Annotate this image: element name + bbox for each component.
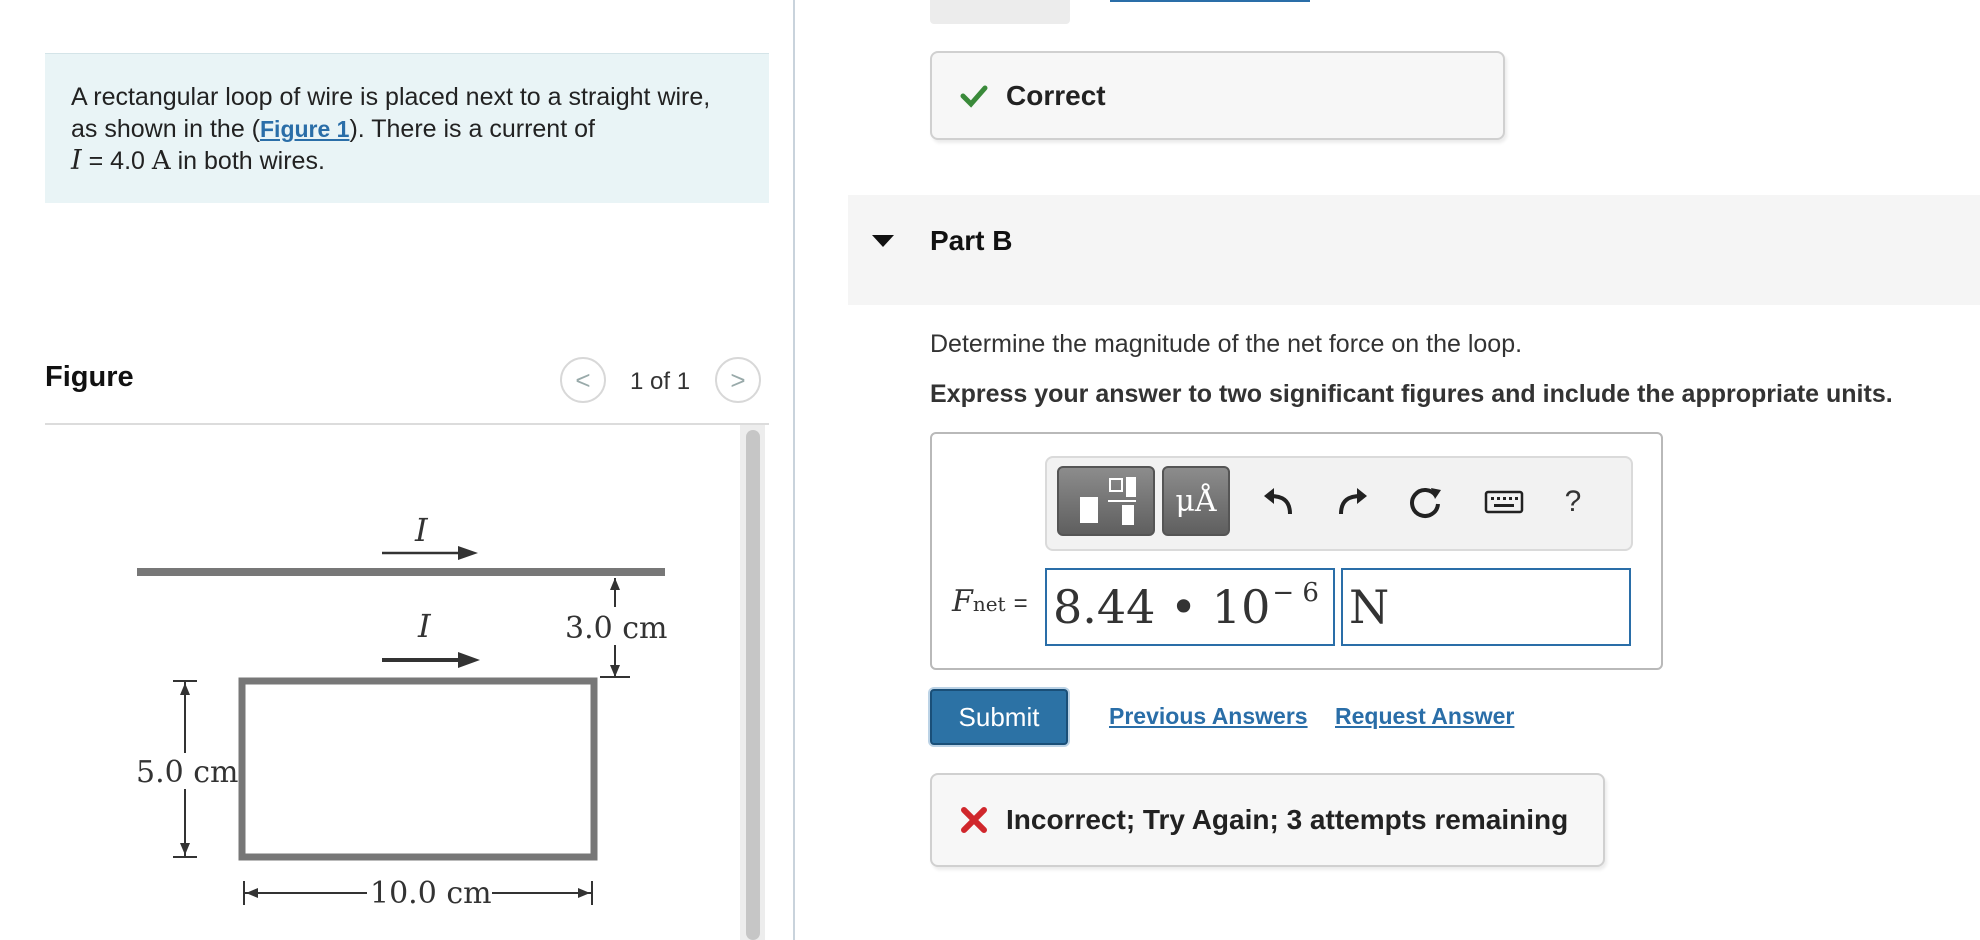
x-mark-icon: [961, 807, 987, 833]
previous-answers-link[interactable]: Previous Answers: [1109, 703, 1308, 730]
submit-button[interactable]: Submit: [930, 689, 1068, 745]
gap-arrow-bottom: [610, 665, 620, 677]
figure-header: Figure < 1 of 1 >: [45, 355, 769, 425]
question-text: Determine the magnitude of the net force…: [930, 330, 1523, 358]
help-button[interactable]: ?: [1553, 482, 1593, 522]
right-panel: Correct Part B Determine the magnitude o…: [795, 0, 1980, 940]
reset-icon[interactable]: [1405, 482, 1445, 522]
correct-text: Correct: [1006, 79, 1106, 111]
fnet-symbol: F: [952, 584, 973, 619]
chevron-left-icon: <: [575, 364, 591, 395]
answer-box: μÅ ? Fnet = 8.44 • 10− 6 N: [930, 432, 1663, 670]
figure-diagram: I I 3.0 cm 5.0 cm 10.0 cm: [134, 511, 670, 911]
math-toolbar: μÅ ?: [1045, 456, 1633, 551]
incorrect-text: Incorrect; Try Again; 3 attempts remaini…: [1006, 804, 1569, 835]
current-label-top: I: [414, 511, 429, 549]
height-label: 5.0 cm: [136, 755, 239, 790]
arrowhead-top: [458, 546, 478, 560]
answer-mantissa: 8.44 • 10: [1053, 580, 1271, 634]
current-unit: A: [151, 146, 171, 176]
answer-value-input[interactable]: 8.44 • 10− 6: [1045, 568, 1335, 646]
rectangular-loop: [238, 677, 598, 861]
figure-pager: 1 of 1: [630, 368, 691, 395]
width-label: 10.0 cm: [370, 876, 492, 911]
height-arrow-top: [180, 683, 190, 695]
chevron-right-icon: >: [730, 364, 746, 395]
undo-icon[interactable]: [1259, 482, 1299, 522]
current-symbol: I: [71, 145, 82, 176]
height-arrow-bottom: [180, 843, 190, 855]
figure-scrollbar-thumb[interactable]: [746, 430, 760, 940]
instruction-text: Express your answer to two significant f…: [930, 380, 1893, 408]
gap-arrow-top: [610, 578, 620, 590]
width-arrow-right: [578, 888, 590, 898]
fnet-subscript: net: [972, 592, 1006, 616]
left-panel: A rectangular loop of wire is placed nex…: [0, 0, 793, 940]
checkmark-icon: [960, 85, 988, 108]
problem-statement: A rectangular loop of wire is placed nex…: [45, 53, 769, 203]
current-equals: = 4.0: [81, 147, 152, 175]
redo-icon[interactable]: [1332, 482, 1372, 522]
units-button[interactable]: μÅ: [1162, 466, 1230, 536]
previous-submit-button[interactable]: [930, 0, 1070, 24]
problem-text-2: ). There is a current of: [349, 115, 595, 143]
previous-answers-link-top[interactable]: [1110, 0, 1310, 2]
width-arrow-left: [246, 888, 258, 898]
request-answer-link[interactable]: Request Answer: [1335, 703, 1514, 730]
templates-icon: [1080, 477, 1136, 525]
part-b-title: Part B: [930, 225, 1013, 256]
next-figure-button[interactable]: >: [715, 357, 761, 403]
correct-feedback: Correct: [930, 51, 1505, 140]
caret-down-icon: [872, 235, 894, 247]
templates-button[interactable]: [1057, 466, 1155, 536]
keyboard-icon[interactable]: [1482, 482, 1526, 522]
gap-label: 3.0 cm: [565, 611, 668, 646]
fnet-equals: =: [1013, 590, 1028, 617]
answer-unit-input[interactable]: N: [1341, 568, 1631, 646]
current-label-loop: I: [417, 607, 432, 645]
arrowhead-loop: [458, 652, 480, 668]
fnet-label: Fnet =: [952, 584, 1028, 619]
incorrect-feedback: Incorrect; Try Again; 3 attempts remaini…: [930, 773, 1605, 867]
answer-exponent: − 6: [1272, 578, 1319, 608]
part-b-header[interactable]: Part B: [848, 195, 1980, 305]
previous-figure-button[interactable]: <: [560, 357, 606, 403]
figure-title: Figure: [45, 361, 134, 393]
problem-text-3: in both wires.: [170, 147, 325, 175]
figure-link[interactable]: Figure 1: [260, 116, 349, 142]
